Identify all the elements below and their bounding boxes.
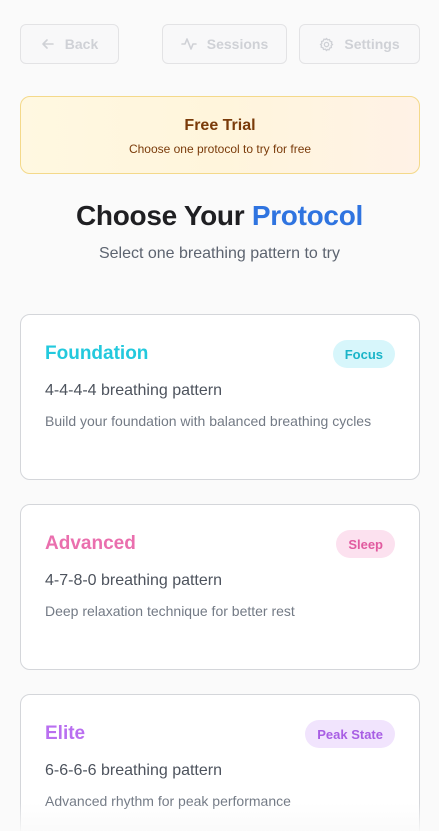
page-subtitle: Select one breathing pattern to try — [98, 245, 341, 262]
page-title-prefix: Choose Your — [75, 200, 245, 231]
back-button-label: Back — [64, 36, 99, 52]
protocol-card-elite[interactable]: Elite Peak State 6-6-6-6 breathing patte… — [20, 694, 420, 831]
protocol-badge: Focus — [332, 340, 395, 368]
protocol-name: Advanced — [45, 533, 136, 554]
free-trial-banner: Free Trial Choose one protocol to try fo… — [20, 96, 420, 174]
protocol-description: Advanced rhythm for peak performance — [45, 793, 291, 809]
protocol-badge: Peak State — [305, 720, 395, 748]
protocol-pattern: 4-7-8-0 breathing pattern — [45, 572, 222, 589]
protocol-pattern: 4-4-4-4 breathing pattern — [45, 382, 222, 399]
activity-icon — [180, 37, 197, 51]
trial-title: Free Trial — [184, 117, 256, 134]
protocol-pattern: 6-6-6-6 breathing pattern — [45, 762, 222, 779]
arrow-left-icon — [41, 37, 55, 51]
page-title: Choose Your Protocol — [0, 200, 439, 232]
page-title-accent: Protocol — [251, 200, 363, 231]
app-screen: Back Sessions Settings Free Trial Choose… — [0, 0, 439, 831]
settings-button-label: Settings — [344, 36, 400, 52]
protocol-card-foundation[interactable]: Foundation Focus 4-4-4-4 breathing patte… — [20, 314, 420, 480]
protocol-name: Elite — [45, 723, 86, 744]
sessions-button-label: Sessions — [206, 36, 269, 52]
gear-icon — [319, 37, 334, 52]
protocol-badge: Sleep — [336, 530, 395, 558]
protocol-card-advanced[interactable]: Advanced Sleep 4-7-8-0 breathing pattern… — [20, 504, 420, 670]
protocol-description: Build your foundation with balanced brea… — [45, 413, 372, 429]
protocol-description: Deep relaxation technique for better res… — [45, 603, 295, 619]
top-nav: Back Sessions Settings — [20, 24, 420, 64]
protocol-name: Foundation — [45, 343, 149, 364]
trial-subtitle: Choose one protocol to try for free — [128, 142, 312, 156]
settings-button[interactable]: Settings — [299, 24, 420, 64]
sessions-button[interactable]: Sessions — [162, 24, 287, 64]
back-button[interactable]: Back — [20, 24, 119, 64]
